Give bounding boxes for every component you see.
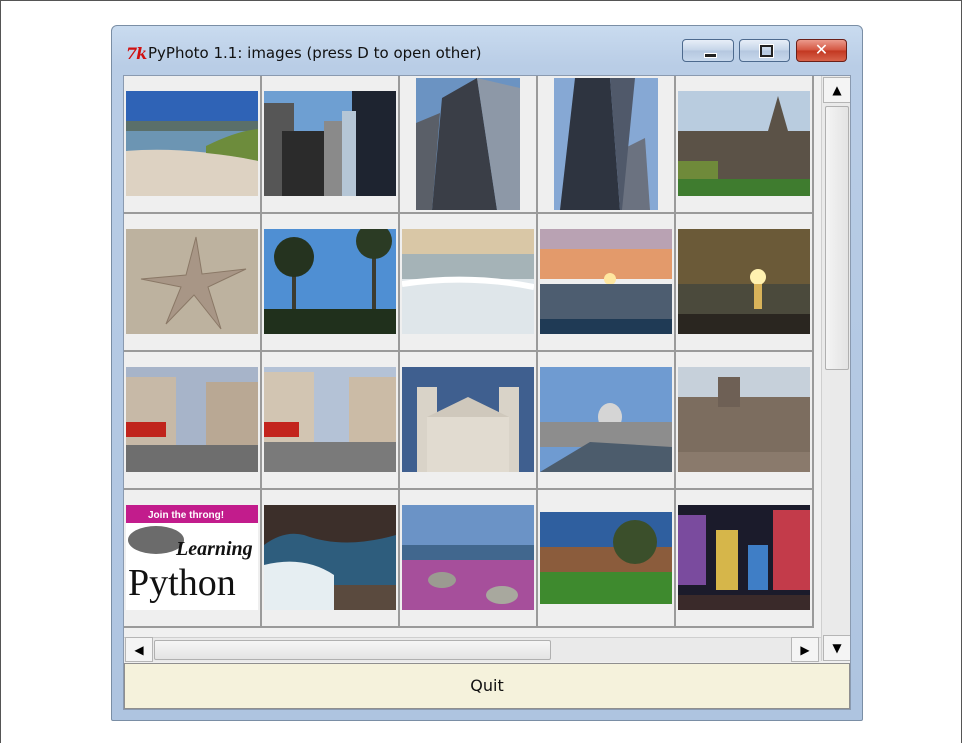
thumbnail-image-city-towers: [264, 91, 396, 196]
pyphoto-window: 7k PyPhoto 1.1: images (press D to open …: [111, 25, 863, 721]
thumbnail-image-beach-dunes: [126, 91, 258, 196]
minimize-icon: [704, 53, 717, 58]
vertical-scrollbar[interactable]: ▲ ▼: [821, 76, 850, 661]
scroll-up-button[interactable]: ▲: [823, 77, 850, 103]
thumbnail-image-palm-trees: [264, 229, 396, 334]
page-border-top: [0, 0, 962, 1]
thumbnail-image-rocky-coast: [264, 505, 396, 610]
thumbnail-button[interactable]: Join the throng! Learning Python: [124, 490, 262, 628]
arrow-down-icon: ▼: [832, 641, 842, 655]
tk-logo-icon: 7k: [126, 44, 147, 63]
thumbnail-image-skyscraper-up-2: [540, 78, 672, 210]
thumbnail-image-sunset-sea: [540, 229, 672, 334]
thumbnail-image-skyscraper-up: [402, 78, 534, 210]
thumbnail-button[interactable]: [400, 214, 538, 352]
vertical-scroll-thumb[interactable]: [825, 106, 849, 370]
thumbnail-image-st-pauls-front: [402, 367, 534, 472]
arrow-left-icon: ◀: [134, 643, 144, 657]
thumbnail-button[interactable]: [124, 214, 262, 352]
scroll-right-button[interactable]: ▶: [791, 637, 819, 662]
thumbnail-button[interactable]: [538, 490, 676, 628]
thumbnail-button[interactable]: [262, 76, 400, 214]
arrow-up-icon: ▲: [832, 83, 842, 97]
thumbnail-image-tower-of-london: [678, 367, 810, 472]
cover-title-line2: Python: [128, 562, 236, 604]
maximize-button[interactable]: [739, 39, 790, 62]
thumbnail-button[interactable]: [676, 214, 814, 352]
close-icon: ✕: [814, 40, 829, 59]
thumbnail-image-london-square: [264, 367, 396, 472]
thumbnail-image-st-pauls-bridge: [540, 367, 672, 472]
thumbnail-button[interactable]: [400, 490, 538, 628]
thumbnail-button[interactable]: [676, 352, 814, 490]
thumbnail-button[interactable]: [262, 214, 400, 352]
thumbnail-image-sunset-gold: [678, 229, 810, 334]
thumbnail-button[interactable]: [400, 352, 538, 490]
scroll-left-button[interactable]: ◀: [125, 637, 153, 662]
maximize-icon: [759, 44, 774, 58]
thumbnail-image-park-trees: [540, 512, 672, 604]
thumbnail-button[interactable]: [400, 76, 538, 214]
thumbnail-button[interactable]: [124, 352, 262, 490]
thumbnail-image-beach-foam: [402, 229, 534, 334]
thumbnail-grid: Join the throng! Learning Python: [124, 76, 820, 636]
title-bar[interactable]: 7k PyPhoto 1.1: images (press D to open …: [112, 26, 862, 76]
thumbnail-button[interactable]: [124, 76, 262, 214]
thumbnail-button[interactable]: [262, 490, 400, 628]
thumbnail-image-cathedral: [678, 91, 810, 196]
thumbnail-image-times-square: [678, 505, 810, 610]
thumbnail-button[interactable]: [538, 76, 676, 214]
quit-button[interactable]: Quit: [124, 663, 850, 709]
thumbnail-image-london-street: [126, 367, 258, 472]
thumbnail-button[interactable]: [676, 76, 814, 214]
thumbnail-image-starfish: [126, 229, 258, 334]
horizontal-scroll-thumb[interactable]: [154, 640, 551, 660]
thumbnail-button[interactable]: [676, 490, 814, 628]
scroll-down-button[interactable]: ▼: [823, 635, 850, 661]
window-title: PyPhoto 1.1: images (press D to open oth…: [148, 44, 482, 62]
close-button[interactable]: ✕: [796, 39, 847, 62]
horizontal-scrollbar[interactable]: ◀ ▶: [124, 637, 821, 662]
arrow-right-icon: ▶: [800, 643, 810, 657]
thumbnail-button[interactable]: [262, 352, 400, 490]
thumbnail-button[interactable]: [538, 352, 676, 490]
page-border-left: [0, 0, 1, 743]
window-client-area: Join the throng! Learning Python ▲ ▼ ◀ ▶…: [123, 75, 851, 710]
thumbnail-button[interactable]: [538, 214, 676, 352]
thumbnail-image-pink-flower-coast: [402, 505, 534, 610]
cover-title-line1: Learning: [175, 538, 253, 560]
thumbnail-image-learning-python-cover: Join the throng! Learning Python: [126, 505, 258, 610]
minimize-button[interactable]: [682, 39, 734, 62]
cover-banner-text: Join the throng!: [148, 510, 224, 521]
